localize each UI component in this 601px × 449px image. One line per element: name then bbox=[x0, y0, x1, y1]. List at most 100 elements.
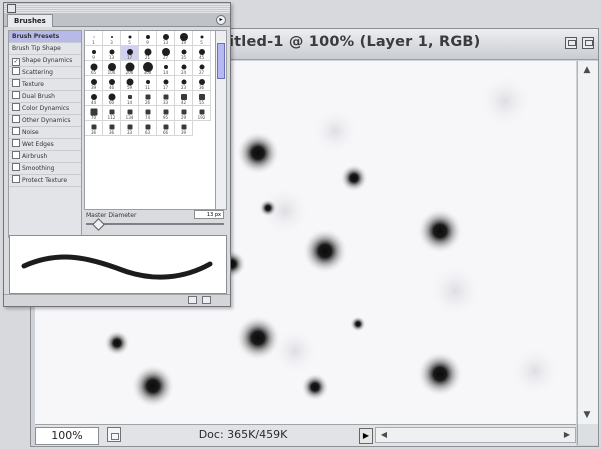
brush-preset[interactable]: 21 bbox=[139, 46, 157, 61]
checkbox[interactable] bbox=[12, 139, 20, 147]
palette-close-icon[interactable] bbox=[7, 4, 16, 13]
brush-preset[interactable]: 65 bbox=[85, 61, 103, 76]
brush-preset[interactable]: 60 bbox=[103, 91, 121, 106]
brush-preset[interactable]: 29 bbox=[175, 106, 193, 121]
brush-preset[interactable]: 9 bbox=[139, 31, 157, 46]
brush-preset[interactable]: 14 bbox=[157, 61, 175, 76]
scroll-down-arrow-icon[interactable]: ▼ bbox=[580, 408, 594, 422]
master-diameter-field[interactable]: 13 px bbox=[194, 210, 224, 219]
brush-preset[interactable]: 9 bbox=[85, 46, 103, 61]
option-dual-brush[interactable]: Dual Brush bbox=[9, 91, 81, 103]
option-brush-presets[interactable]: Brush Presets bbox=[9, 31, 81, 43]
checkbox[interactable] bbox=[12, 127, 20, 135]
slider-knob[interactable] bbox=[92, 218, 105, 231]
brush-preset[interactable]: 23 bbox=[175, 76, 193, 91]
scroll-right-arrow-icon[interactable]: ▶ bbox=[560, 428, 574, 442]
checkbox[interactable] bbox=[12, 175, 20, 183]
option-wet-edges[interactable]: Wet Edges bbox=[9, 139, 81, 151]
brush-preset[interactable]: 100 bbox=[103, 61, 121, 76]
brush-preset[interactable]: 19 bbox=[175, 31, 193, 46]
brush-preset[interactable]: 44 bbox=[85, 91, 103, 106]
brush-preset[interactable]: 192 bbox=[193, 106, 211, 121]
master-diameter-slider[interactable] bbox=[86, 218, 224, 231]
checkbox[interactable] bbox=[12, 91, 20, 99]
brush-preset[interactable]: 35 bbox=[175, 46, 193, 61]
checkbox[interactable] bbox=[12, 67, 20, 75]
zoom-box-icon[interactable] bbox=[565, 37, 577, 49]
brush-preset[interactable]: 26 bbox=[139, 91, 157, 106]
option-color-dynamics[interactable]: Color Dynamics bbox=[9, 103, 81, 115]
checkbox[interactable] bbox=[12, 79, 20, 87]
brush-preset[interactable]: 36 bbox=[85, 121, 103, 136]
document-info-icon[interactable] bbox=[107, 427, 121, 442]
brush-preset[interactable]: 5 bbox=[193, 31, 211, 46]
checkbox[interactable] bbox=[12, 163, 20, 171]
brush-size-label: 33 bbox=[162, 100, 169, 105]
brush-preset[interactable]: 63 bbox=[139, 121, 157, 136]
checkbox[interactable] bbox=[12, 115, 20, 123]
brush-preset[interactable]: 27 bbox=[157, 46, 175, 61]
new-preset-icon[interactable] bbox=[188, 296, 197, 304]
option-noise[interactable]: Noise bbox=[9, 127, 81, 139]
preset-scrollbar[interactable] bbox=[215, 30, 227, 210]
palette-titlebar[interactable] bbox=[4, 3, 230, 13]
brush-preset[interactable]: 36 bbox=[193, 76, 211, 91]
brush-preset[interactable]: 14 bbox=[121, 91, 139, 106]
option-smoothing[interactable]: Smoothing bbox=[9, 163, 81, 175]
brush-preset[interactable]: 55 bbox=[193, 91, 211, 106]
horizontal-scrollbar[interactable]: ◀ ▶ bbox=[375, 427, 576, 443]
brush-preset[interactable]: 46 bbox=[103, 76, 121, 91]
brush-preset[interactable]: 1 bbox=[85, 31, 103, 46]
brush-preset[interactable]: 66 bbox=[157, 121, 175, 136]
brush-preset[interactable]: 11 bbox=[139, 76, 157, 91]
collapse-box-icon[interactable] bbox=[582, 37, 594, 49]
checkbox[interactable]: ✓ bbox=[12, 58, 20, 66]
brush-preset[interactable]: 59 bbox=[121, 76, 139, 91]
brush-preset[interactable]: 17 bbox=[157, 76, 175, 91]
preset-scroll-thumb[interactable] bbox=[217, 43, 225, 79]
trash-icon[interactable] bbox=[202, 296, 211, 304]
option-brush-tip-shape[interactable]: Brush Tip Shape bbox=[9, 43, 81, 55]
brush-preset[interactable]: 300 bbox=[139, 61, 157, 76]
brush-preset[interactable]: 13 bbox=[103, 46, 121, 61]
status-menu-arrow-icon[interactable]: ▶ bbox=[359, 428, 373, 444]
palette-menu-arrow-icon[interactable]: ▸ bbox=[216, 15, 226, 25]
brush-preset[interactable]: 134 bbox=[121, 106, 139, 121]
zoom-level-field[interactable]: 100% bbox=[35, 427, 99, 445]
scroll-up-arrow-icon[interactable]: ▲ bbox=[580, 63, 594, 77]
tab-brushes[interactable]: Brushes bbox=[7, 14, 53, 27]
brush-preset[interactable]: 33 bbox=[157, 91, 175, 106]
brush-preset[interactable]: 13 bbox=[157, 31, 175, 46]
brush-preset[interactable]: 39 bbox=[175, 121, 193, 136]
scroll-left-arrow-icon[interactable]: ◀ bbox=[377, 428, 391, 442]
brush-preset[interactable]: 70 bbox=[85, 106, 103, 121]
brush-preset[interactable]: 36 bbox=[103, 121, 121, 136]
brush-preset[interactable]: 5 bbox=[121, 31, 139, 46]
brush-preset[interactable]: 74 bbox=[139, 106, 157, 121]
brush-tip-icon bbox=[163, 65, 168, 69]
brush-size-label: 24 bbox=[180, 70, 187, 75]
option-protect-texture[interactable]: Protect Texture bbox=[9, 175, 81, 187]
vertical-scrollbar[interactable]: ▲ ▼ bbox=[577, 61, 598, 424]
option-shape-dynamics[interactable]: ✓ Shape Dynamics bbox=[9, 55, 81, 67]
brush-preset[interactable]: 33 bbox=[121, 121, 139, 136]
option-texture[interactable]: Texture bbox=[9, 79, 81, 91]
resize-grip-icon[interactable] bbox=[577, 424, 598, 445]
option-airbrush[interactable]: Airbrush bbox=[9, 151, 81, 163]
option-scattering[interactable]: Scattering bbox=[9, 67, 81, 79]
brush-preset[interactable]: 24 bbox=[175, 61, 193, 76]
brush-preset[interactable]: 45 bbox=[193, 46, 211, 61]
brush-preset[interactable]: 39 bbox=[85, 76, 103, 91]
brush-preset[interactable]: 200 bbox=[121, 61, 139, 76]
option-other-dynamics[interactable]: Other Dynamics bbox=[9, 115, 81, 127]
brush-tip-icon bbox=[145, 124, 150, 130]
checkbox[interactable] bbox=[12, 151, 20, 159]
brush-preset[interactable]: 3 bbox=[103, 31, 121, 46]
brush-preset[interactable]: 112 bbox=[103, 106, 121, 121]
checkbox[interactable] bbox=[12, 103, 20, 111]
brush-preset[interactable]: 95 bbox=[157, 106, 175, 121]
brush-preset[interactable]: 27 bbox=[193, 61, 211, 76]
brushes-palette[interactable]: Brushes ▸ Brush Presets Brush Tip Shape ✓ S… bbox=[3, 2, 231, 307]
brush-preset[interactable]: 42 bbox=[175, 91, 193, 106]
brush-preset[interactable]: 17 bbox=[121, 46, 139, 61]
